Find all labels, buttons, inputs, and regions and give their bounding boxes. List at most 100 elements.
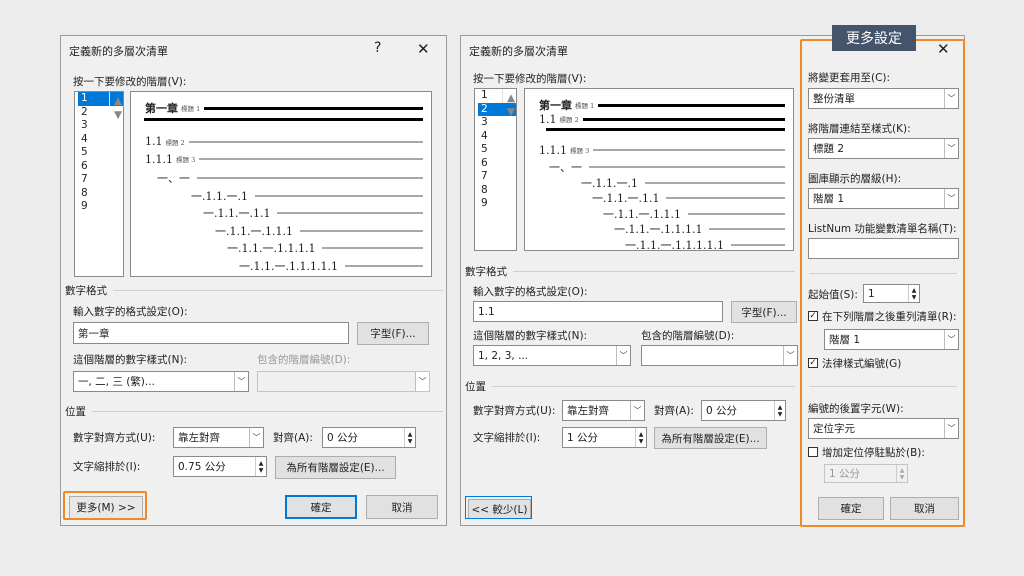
number-style-select[interactable]: 一, 二, 三 (繁)... ﹀ [73, 371, 249, 392]
spinner-arrows-icon[interactable]: ▲ ▼ [635, 428, 646, 447]
indent-value: 1 公分 [567, 432, 599, 444]
chevron-down-icon[interactable]: ﹀ [616, 346, 630, 365]
cancel-button[interactable]: 取消 [366, 495, 438, 519]
include-level-select[interactable]: ﹀ [641, 345, 798, 366]
number-format-section: 數字格式 [465, 264, 795, 279]
preview-row: 一.1.1.一.1 [581, 175, 785, 191]
level-item[interactable]: 5 [78, 146, 123, 160]
level-item[interactable]: 9 [478, 197, 516, 211]
level-item[interactable]: 7 [78, 173, 123, 187]
scroll-up-icon[interactable]: ▲ [114, 95, 122, 109]
section-label: 數字格式 [65, 285, 107, 297]
preview-row: 1.1.1 標題 3 [539, 144, 785, 157]
ok-button[interactable]: 確定 [285, 495, 357, 519]
scroll-up-icon[interactable]: ▲ [507, 92, 515, 106]
level-item[interactable]: 8 [478, 184, 516, 198]
number-style-value: 1, 2, 3, ... [478, 349, 529, 362]
level-list[interactable]: 123456789 ▲ ▼ [474, 88, 517, 251]
preview-number: 1.1 [145, 135, 163, 148]
preview-number: 一.1.1.一.1.1 [592, 192, 660, 205]
chevron-down-icon[interactable]: ﹀ [249, 428, 263, 447]
preview-line [277, 212, 423, 214]
level-item[interactable]: 6 [78, 160, 123, 174]
level-item[interactable]: 6 [478, 157, 516, 171]
number-format-section: 數字格式 [65, 283, 443, 298]
preview-number: 一.1.1.一.1.1.1 [215, 224, 293, 238]
preview-line [199, 158, 423, 160]
spinner-arrows-icon[interactable]: ▲ ▼ [774, 401, 785, 420]
chevron-down-icon[interactable]: ﹀ [783, 346, 797, 365]
include-level-label: 包含的階層編號(D): [257, 354, 351, 366]
aligned-at-label: 對齊(A): [654, 405, 694, 417]
preview-style-name: 標題 2 [559, 116, 579, 124]
divider [513, 271, 795, 272]
preview-line [644, 181, 785, 184]
chevron-down-icon[interactable]: ﹀ [630, 401, 644, 420]
indent-spinner[interactable]: 0.75 公分 ▲ ▼ [173, 456, 267, 477]
level-item[interactable]: 4 [78, 133, 123, 147]
indent-spinner[interactable]: 1 公分 ▲ ▼ [562, 427, 647, 448]
preview-line [593, 149, 785, 151]
alignment-value: 靠左對齊 [567, 405, 609, 417]
preview-line [254, 194, 423, 197]
set-for-all-levels-button[interactable]: 為所有階層設定(E)... [654, 427, 767, 449]
spinner-arrows-icon[interactable]: ▲ ▼ [255, 457, 266, 476]
chevron-down-icon[interactable]: ﹀ [234, 372, 248, 391]
font-button[interactable]: 字型(F)... [357, 322, 429, 345]
preview-style-name: 標題 1 [181, 105, 201, 113]
preview-row: 一.1.1.一.1.1.1.1 [227, 240, 423, 256]
less-button-highlight [465, 496, 532, 519]
alignment-select[interactable]: 靠左對齊 ﹀ [562, 400, 645, 421]
section-label: 位置 [65, 406, 86, 418]
level-scrollbar[interactable]: ▲ ▼ [109, 92, 123, 121]
indent-label: 文字縮排於(I): [73, 461, 141, 473]
preview-style-name: 標題 3 [176, 156, 196, 164]
preview-number: 一.1.1.一.1 [191, 189, 248, 203]
preview-line [730, 243, 785, 246]
aligned-at-spinner[interactable]: 0 公分 ▲ ▼ [701, 400, 786, 421]
font-button[interactable]: 字型(F)... [731, 301, 797, 323]
help-button[interactable]: ? [374, 40, 381, 56]
preview-number: 一.1.1.一.1 [581, 176, 638, 190]
close-icon[interactable]: ✕ [417, 40, 430, 58]
preview-number: 一.1.1.一.1.1.1.1 [227, 242, 316, 255]
level-item[interactable]: 5 [478, 143, 516, 157]
set-for-all-levels-button[interactable]: 為所有階層設定(E)... [275, 456, 396, 479]
enter-format-label: 輸入數字的格式設定(O): [473, 286, 588, 298]
preview-number: 一、一 [549, 161, 582, 174]
number-format-input[interactable]: 1.1 [473, 301, 723, 322]
divider [492, 386, 795, 387]
preview-line [546, 128, 785, 131]
number-style-label: 這個階層的數字樣式(N): [473, 330, 588, 342]
preview-style-name: 標題 2 [165, 138, 185, 147]
level-item[interactable]: 8 [78, 187, 123, 201]
aligned-at-spinner[interactable]: 0 公分 ▲ ▼ [322, 427, 416, 448]
number-format-input[interactable]: 第一章 [73, 322, 349, 344]
preview-style-name: 標題 3 [570, 147, 590, 155]
preview-number: 一.1.1.一.1.1.1.1 [614, 223, 703, 236]
position-section: 位置 [65, 404, 443, 419]
preview-line [322, 247, 423, 249]
preview-line [197, 177, 423, 179]
level-item[interactable]: 7 [478, 170, 516, 184]
preview-row: 一.1.1.一.1.1.1 [603, 206, 785, 222]
preview-line [687, 212, 785, 215]
indent-value: 0.75 公分 [178, 461, 226, 473]
preview-number: 1.1.1 [145, 152, 173, 166]
more-settings-highlight [800, 39, 965, 527]
level-item[interactable]: 4 [478, 130, 516, 144]
preview-row: 一、一 [157, 170, 423, 186]
alignment-select[interactable]: 靠左對齊 ﹀ [173, 427, 264, 448]
level-list[interactable]: 123456789 ▲ ▼ [74, 91, 124, 277]
scroll-down-icon[interactable]: ▼ [507, 106, 515, 120]
more-button-highlight [63, 491, 147, 520]
aligned-at-value: 0 公分 [706, 405, 738, 417]
preview-row: 一、一 [549, 159, 785, 175]
preview-row: 一.1.1.一.1.1.1.1.1 [625, 237, 785, 250]
divider [92, 411, 443, 412]
spinner-arrows-icon[interactable]: ▲ ▼ [404, 428, 415, 447]
level-scrollbar[interactable]: ▲ ▼ [502, 89, 516, 118]
number-style-select[interactable]: 1, 2, 3, ... ﹀ [473, 345, 631, 366]
level-item[interactable]: 9 [78, 200, 123, 214]
scroll-down-icon[interactable]: ▼ [114, 109, 122, 123]
